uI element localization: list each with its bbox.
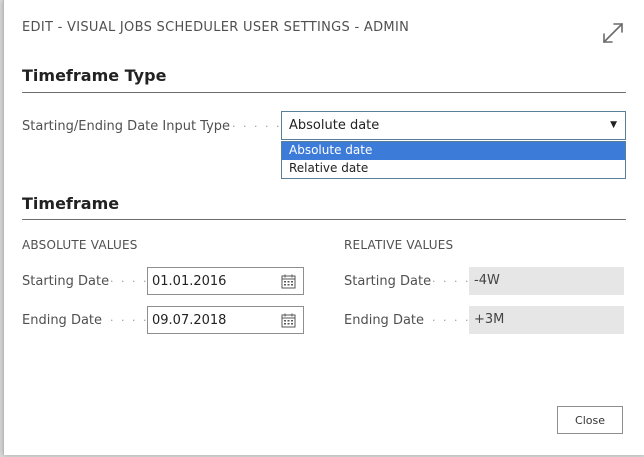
absolute-values-heading: ABSOLUTE VALUES — [22, 238, 138, 252]
timeframe-heading: Timeframe — [22, 194, 120, 213]
section-divider — [22, 92, 626, 93]
calendar-icon[interactable] — [281, 313, 296, 328]
dropdown-option-absolute-date[interactable]: Absolute date — [282, 142, 625, 160]
input-type-selected-value: Absolute date — [289, 118, 380, 133]
relative-ending-date-field: +3M — [469, 306, 624, 334]
absolute-starting-date-input[interactable]: 01.01.2016 — [147, 267, 304, 295]
calendar-icon[interactable] — [281, 274, 296, 289]
relative-starting-date-value: -4W — [474, 273, 500, 288]
label-leader-dots: · · · · — [110, 314, 149, 327]
input-type-label: Starting/Ending Date Input Type — [22, 119, 231, 134]
dropdown-option-relative-date[interactable]: Relative date — [282, 160, 625, 178]
absolute-ending-date-input[interactable]: 09.07.2018 — [147, 306, 304, 334]
close-button[interactable]: Close — [557, 406, 623, 434]
input-type-dropdown-list: Absolute date Relative date — [281, 141, 626, 179]
settings-dialog: EDIT - VISUAL JOBS SCHEDULER USER SETTIN… — [3, 0, 644, 455]
input-type-select[interactable]: Absolute date ▼ — [281, 111, 626, 140]
section-divider — [22, 219, 626, 220]
label-leader-dots: · · · · — [432, 275, 471, 288]
timeframe-type-heading: Timeframe Type — [22, 66, 167, 85]
relative-ending-date-value: +3M — [474, 312, 505, 327]
dropdown-arrow-icon: ▼ — [610, 120, 617, 130]
absolute-starting-date-value: 01.01.2016 — [152, 274, 227, 289]
relative-ending-date-label: Ending Date — [344, 313, 425, 328]
label-leader-dots: · · · · — [110, 275, 149, 288]
relative-values-heading: RELATIVE VALUES — [344, 238, 454, 252]
expand-icon[interactable] — [600, 20, 626, 46]
label-leader-dots: · · · · — [432, 314, 471, 327]
absolute-ending-date-label: Ending Date — [22, 313, 103, 328]
relative-starting-date-label: Starting Date — [344, 274, 432, 289]
absolute-ending-date-value: 09.07.2018 — [152, 313, 227, 328]
relative-starting-date-field: -4W — [469, 267, 624, 295]
absolute-starting-date-label: Starting Date — [22, 274, 110, 289]
dialog-title: EDIT - VISUAL JOBS SCHEDULER USER SETTIN… — [22, 20, 410, 35]
